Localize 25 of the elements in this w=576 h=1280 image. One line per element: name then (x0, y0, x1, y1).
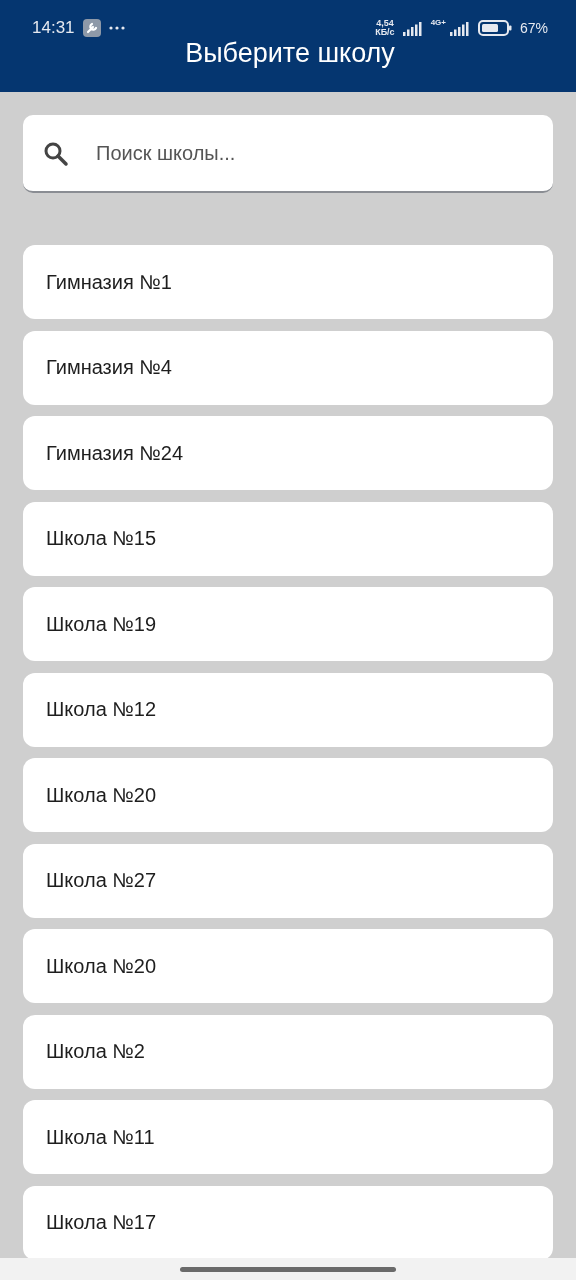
page-title: Выберите школу (185, 38, 395, 69)
battery-icon (477, 20, 512, 36)
school-item[interactable]: Школа №11 (23, 1100, 553, 1174)
more-icon (108, 26, 125, 30)
school-item[interactable]: Школа №20 (23, 929, 553, 1003)
battery-percent: 67% (519, 20, 548, 36)
signal-icon (449, 20, 470, 36)
search-icon (43, 141, 69, 167)
school-item[interactable]: Школа №15 (23, 501, 553, 576)
wrench-icon (82, 19, 101, 37)
network-speed: 4,54 КБ/с (375, 19, 395, 37)
school-item[interactable]: Гимназия №4 (23, 330, 553, 405)
school-item[interactable]: Школа №20 (23, 758, 553, 832)
search-field[interactable]: Поиск школы... (23, 115, 553, 193)
school-item[interactable]: Школа №27 (23, 843, 553, 918)
school-item[interactable]: Школа №2 (23, 1014, 553, 1089)
school-item[interactable]: Школа №19 (23, 587, 553, 661)
signal-icon (402, 20, 423, 36)
school-item[interactable]: Гимназия №1 (23, 245, 553, 319)
school-item[interactable]: Гимназия №24 (23, 416, 553, 490)
status-time: 14:31 (32, 18, 75, 38)
home-indicator[interactable] (180, 1266, 396, 1272)
network-type: 4G+ (430, 18, 446, 27)
school-item[interactable]: Школа №12 (23, 672, 553, 747)
school-item[interactable]: Школа №17 (23, 1185, 553, 1260)
